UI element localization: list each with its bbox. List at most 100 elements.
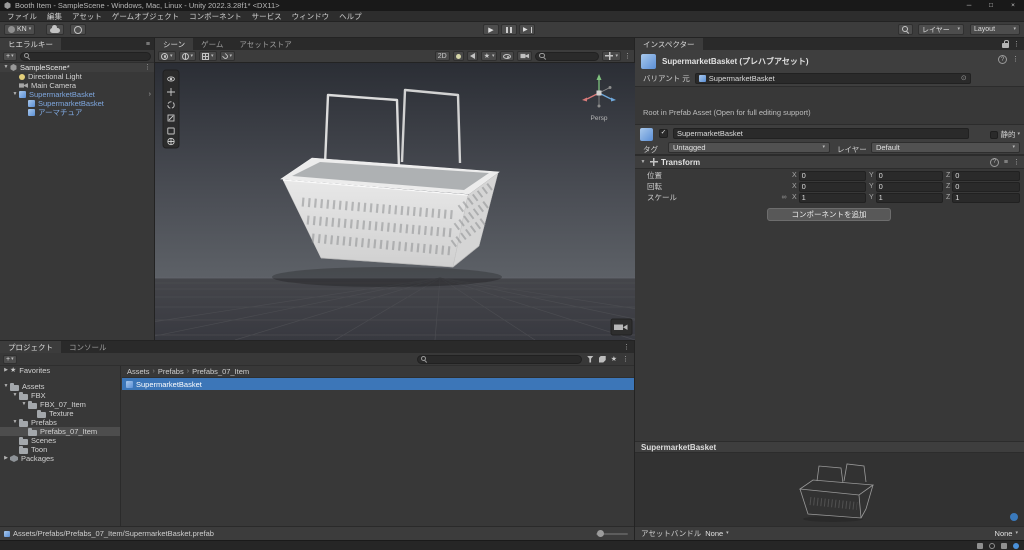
tool-handle-rotation-dropdown[interactable]: ▾ [178, 51, 197, 61]
cloud-status-icon[interactable] [1013, 542, 1019, 549]
tool-overlay[interactable] [162, 69, 180, 149]
project-folder-row[interactable]: ▶ Packages [0, 454, 120, 463]
console-activity-icon[interactable] [977, 542, 983, 549]
menu-item[interactable]: ファイル [2, 11, 42, 21]
active-checkbox[interactable]: ✓ [659, 129, 668, 138]
panel-menu-icon[interactable]: ⋮ [1013, 41, 1020, 48]
close-button[interactable]: × [1002, 0, 1024, 11]
breadcrumb-item[interactable]: Prefabs_07_Item [192, 367, 249, 376]
thumbnail-size-slider[interactable] [596, 530, 628, 537]
rotation-z-input[interactable] [952, 181, 1020, 192]
hierarchy-row[interactable]: Main Camera [0, 81, 154, 90]
2d-toggle[interactable]: 2D [434, 51, 450, 61]
panel-menu-icon[interactable]: ≡ [146, 41, 150, 48]
create-object-button[interactable]: + ▾ [3, 51, 17, 61]
presets-icon[interactable]: ≡ [1004, 159, 1008, 166]
preview-header[interactable]: SupermarketBasket [635, 441, 1024, 453]
project-folder-row[interactable]: Scenes [0, 436, 120, 445]
object-picker-icon[interactable]: ⊙ [961, 75, 967, 82]
context-menu-icon[interactable]: ⋮ [1012, 56, 1019, 63]
project-folder-row[interactable]: ▼ Prefabs [0, 418, 120, 427]
gizmos-dropdown[interactable]: ▾ [602, 51, 621, 61]
scale-link-icon[interactable]: ∞ [779, 194, 789, 201]
foldout-icon[interactable]: ▼ [2, 384, 10, 389]
code-editor-status-icon[interactable] [1001, 542, 1007, 549]
search-by-label-icon[interactable] [598, 355, 606, 363]
variant-source-field[interactable]: SupermarketBasket ⊙ [694, 72, 971, 84]
scene-menu-icon[interactable]: ⋮ [624, 53, 631, 60]
rotation-x-input[interactable] [798, 181, 866, 192]
help-icon[interactable]: ? [989, 157, 999, 167]
background-tasks-icon[interactable] [989, 542, 995, 549]
effects-dropdown[interactable]: ★ ▾ [480, 51, 498, 61]
scene-options-icon[interactable]: ⋮ [144, 64, 151, 71]
grid-visibility-dropdown[interactable]: ▾ [199, 51, 217, 61]
foldout-icon[interactable]: ▶ [2, 368, 10, 373]
transform-component-header[interactable]: ▼ Transform ? ≡ ⋮ [635, 155, 1024, 169]
asset-bundle-variant-dropdown[interactable]: None ▾ [995, 529, 1018, 538]
tool-handle-position-dropdown[interactable]: ▾ [158, 51, 176, 61]
tab-hierarchy[interactable]: ヒエラルキー [0, 38, 61, 50]
scene-view-tab[interactable]: アセットストア [231, 38, 299, 50]
rotation-y-input[interactable] [875, 181, 943, 192]
project-folder-row[interactable]: Toon [0, 445, 120, 454]
scale-z-input[interactable] [952, 192, 1020, 203]
camera-overlay-pill[interactable] [610, 318, 633, 336]
menu-item[interactable]: アセット [67, 11, 107, 21]
project-folder-row[interactable]: ▶ ★ Favorites [0, 366, 120, 375]
create-asset-button[interactable]: + ▾ [3, 354, 17, 364]
static-dropdown[interactable]: 静的 ▾ [990, 129, 1020, 140]
layout-dropdown[interactable]: Layout ▾ [970, 24, 1020, 35]
position-y-input[interactable] [875, 170, 943, 181]
project-view-tab[interactable]: コンソール [61, 341, 115, 353]
hierarchy-row[interactable]: ▼ SampleScene* ⋮ [0, 63, 154, 72]
project-search-input[interactable] [429, 355, 578, 363]
foldout-icon[interactable]: ▼ [11, 92, 19, 97]
foldout-icon[interactable]: ▼ [20, 402, 28, 407]
gameobject-name-field[interactable] [673, 128, 969, 139]
project-folder-row[interactable]: ▼ FBX_07_Item [0, 400, 120, 409]
scene-camera-dropdown[interactable] [517, 51, 533, 61]
minimize-button[interactable]: ─ [958, 0, 980, 11]
scene-view-tab[interactable]: シーン [155, 38, 194, 50]
menu-item[interactable]: コンポーネント [184, 11, 247, 21]
lighting-toggle[interactable] [452, 51, 464, 61]
menu-item[interactable]: ヘルプ [334, 11, 367, 21]
hierarchy-row[interactable]: ▼ SupermarketBasket › [0, 90, 154, 99]
account-dropdown[interactable]: KN ▾ [4, 24, 36, 35]
play-button[interactable]: ▶ [483, 24, 499, 35]
breadcrumb-item[interactable]: Assets [127, 367, 150, 376]
tag-dropdown[interactable]: Untagged ▾ [668, 142, 830, 153]
scene-visibility-toggle[interactable] [500, 51, 515, 61]
foldout-icon[interactable]: ▶ [2, 456, 10, 461]
position-x-input[interactable] [798, 170, 866, 181]
snap-dropdown[interactable]: ▾ [219, 51, 236, 61]
breadcrumb-item[interactable]: Prefabs [158, 367, 184, 376]
scene-view-tab[interactable]: ゲーム [193, 38, 231, 50]
foldout-icon[interactable]: ▼ [11, 420, 19, 425]
context-menu-icon[interactable]: ⋮ [1013, 159, 1020, 166]
menu-item[interactable]: 編集 [42, 11, 67, 21]
cloud-button[interactable] [46, 24, 64, 35]
scene-viewport[interactable]: Persp [155, 63, 635, 340]
version-control-button[interactable] [70, 24, 86, 35]
save-search-icon[interactable]: ★ [611, 356, 617, 363]
static-checkbox[interactable] [990, 130, 999, 139]
menu-item[interactable]: ウィンドウ [287, 11, 335, 21]
project-view-tab[interactable]: プロジェクト [0, 341, 61, 353]
preview-viewport[interactable] [635, 453, 1024, 526]
menu-item[interactable]: サービス [247, 11, 287, 21]
search-button[interactable] [898, 24, 913, 35]
asset-bundle-dropdown[interactable]: None ▾ [705, 529, 728, 538]
help-icon[interactable]: ? [998, 55, 1007, 64]
foldout-icon[interactable]: ▼ [639, 159, 647, 165]
project-folder-row[interactable]: Texture [0, 409, 120, 418]
project-folder-row[interactable]: Prefabs_07_Item [0, 427, 120, 436]
more-icon[interactable]: ⋮ [622, 356, 629, 363]
preview-badge[interactable] [1010, 513, 1018, 521]
selected-asset-row[interactable]: SupermarketBasket [122, 378, 634, 390]
search-by-type-icon[interactable] [586, 355, 594, 363]
layers-dropdown[interactable]: レイヤー ▾ [918, 24, 964, 35]
audio-toggle[interactable] [466, 51, 478, 61]
hierarchy-search-input[interactable] [32, 52, 147, 60]
